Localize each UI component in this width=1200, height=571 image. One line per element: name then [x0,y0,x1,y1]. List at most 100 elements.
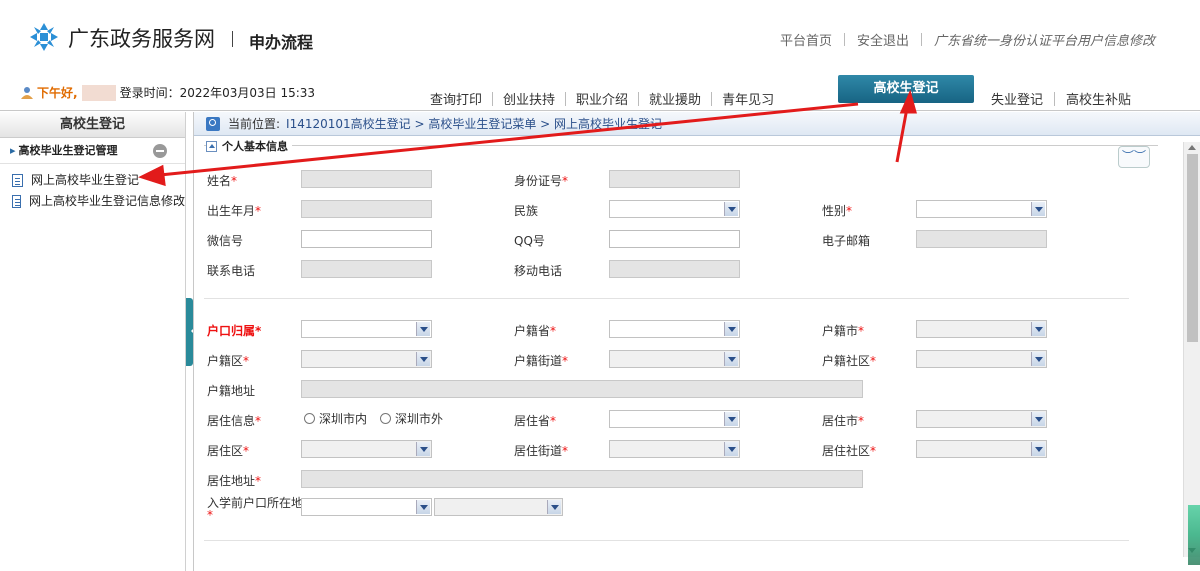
phone-field[interactable] [301,260,432,278]
field-label: 入学前户口所在地 [207,496,304,510]
gender-select[interactable] [916,200,1047,218]
greeting-text: 下午好, [37,86,78,100]
field-label: 联系电话 [207,264,256,278]
user-greeting: 下午好, 登录时间：2022年03月03日 15:33 [20,84,315,101]
chevron-down-icon[interactable] [724,442,738,456]
pre-school-hukou-select-2[interactable] [434,498,563,516]
residence-city-select[interactable] [916,410,1047,428]
home-link[interactable]: 平台首页 [780,30,832,49]
hukou-select[interactable] [301,320,432,338]
vertical-scrollbar[interactable] [1183,142,1200,557]
login-time: 登录时间：2022年03月03日 15:33 [119,86,316,100]
document-icon [12,195,21,208]
breadcrumb-label: 当前位置: [228,116,281,131]
logout-link[interactable]: 安全退出 [857,30,909,49]
side-widget [1188,505,1200,565]
email-field[interactable] [916,230,1047,248]
mobile-field[interactable] [609,260,740,278]
hukou-province-select[interactable] [609,320,740,338]
field-label: 户籍区* [207,354,250,368]
hukou-address-field[interactable] [301,380,863,398]
nav-left-items: 查询打印 创业扶持 职业介绍 就业援助 青年见习 [420,89,784,108]
nav-right-items: 失业登记 高校生补贴 [980,89,1142,108]
hukou-district-select[interactable] [301,350,432,368]
radio-shenzhen-in[interactable]: 深圳市内 [304,410,367,427]
nav-item-unemployment-registration[interactable]: 失业登记 [980,89,1054,108]
breadcrumb-path: I14120101高校生登记 > 高校毕业生登记菜单 > 网上高校毕业生登记 [286,116,663,131]
chevron-down-icon[interactable] [1031,352,1045,366]
nav-item-graduate-subsidy[interactable]: 高校生补贴 [1055,89,1142,108]
chevron-down-icon[interactable] [1031,442,1045,456]
redacted-username [81,84,116,101]
chevron-down-icon[interactable] [1031,202,1045,216]
profile-edit-link[interactable]: 广东省统一身份认证平台用户信息修改 [934,30,1155,49]
chevron-down-icon[interactable] [1031,322,1045,336]
hukou-street-select[interactable] [609,350,740,368]
field-label: 出生年月* [207,204,262,218]
field-label: 户口归属* [207,324,262,338]
sidebar-collapse-handle[interactable] [186,298,195,366]
breadcrumb: 当前位置: I14120101高校生登记 > 高校毕业生登记菜单 > 网上高校毕… [194,112,1200,136]
divider [204,298,1129,299]
site-header: 广东政务服务网 申办流程 平台首页 安全退出 广东省统一身份认证平台用户信息修改 [0,0,1200,75]
birth-date-field[interactable] [301,200,432,218]
residence-address-field[interactable] [301,470,863,488]
field-label: 户籍社区* [822,354,877,368]
field-label: 性别* [822,204,853,218]
residence-street-select[interactable] [609,440,740,458]
nav-item-job-intro[interactable]: 职业介绍 [566,89,638,108]
radio-icon[interactable] [380,413,391,424]
residence-province-select[interactable] [609,410,740,428]
sidebar-group[interactable]: ▸ 高校毕业生登记管理 [0,138,185,164]
qq-field[interactable] [609,230,740,248]
app-window: 广东政务服务网 申办流程 平台首页 安全退出 广东省统一身份认证平台用户信息修改… [0,0,1200,571]
section-header[interactable]: 个人基本信息 [206,138,292,154]
search-icon [206,116,220,131]
chevron-down-icon[interactable] [724,412,738,426]
sidebar-item-registration-edit[interactable]: 网上高校毕业生登记信息修改 [0,191,185,212]
chevron-down-icon[interactable] [547,500,561,514]
nav-item-youth-trainee[interactable]: 青年见习 [712,89,784,108]
field-label: 身份证号* [514,174,569,188]
personal-info-form: 姓名* 身份证号* 出生年月* 民族 性别* 微信号 QQ号 电子邮箱 联系电话… [194,156,1159,571]
nav-item-graduate-registration[interactable]: 高校生登记 [838,75,974,103]
main-content: 当前位置: I14120101高校生登记 > 高校毕业生登记菜单 > 网上高校毕… [193,112,1200,571]
sidebar: 高校生登记 ▸ 高校毕业生登记管理 网上高校毕业生登记 网上高校毕业生登记信息修改 [0,112,186,571]
id-number-field[interactable] [609,170,740,188]
name-field[interactable] [301,170,432,188]
hukou-city-select[interactable] [916,320,1047,338]
sidebar-item-label: 网上高校毕业生登记 [31,173,140,187]
wechat-field[interactable] [301,230,432,248]
chevron-down-icon[interactable] [724,322,738,336]
chevron-down-icon[interactable] [416,442,430,456]
ethnicity-select[interactable] [609,200,740,218]
chevron-down-icon[interactable] [416,352,430,366]
hukou-community-select[interactable] [916,350,1047,368]
field-label: QQ号 [514,234,545,248]
sidebar-item-graduate-registration[interactable]: 网上高校毕业生登记 [0,170,185,191]
field-label: 居住社区* [822,444,877,458]
chevron-down-icon[interactable] [1031,412,1045,426]
bullet-icon: ▸ [10,144,16,157]
nav-item-startup-support[interactable]: 创业扶持 [493,89,565,108]
nav-item-query-print[interactable]: 查询打印 [420,89,492,108]
scroll-up-icon[interactable] [1188,145,1196,150]
radio-icon[interactable] [304,413,315,424]
collapse-icon[interactable] [153,144,167,158]
residence-district-select[interactable] [301,440,432,458]
scrollbar-thumb[interactable] [1187,154,1198,342]
pre-school-hukou-select-1[interactable] [301,498,432,516]
chevron-down-icon[interactable] [416,322,430,336]
collapse-toggle-icon[interactable] [206,140,217,152]
chevron-down-icon[interactable] [416,500,430,514]
site-name[interactable]: 广东政务服务网 [68,23,215,53]
residence-community-select[interactable] [916,440,1047,458]
radio-shenzhen-out[interactable]: 深圳市外 [380,410,443,427]
chevron-down-icon[interactable] [724,202,738,216]
field-label: 民族 [514,204,539,218]
divider [204,540,1129,541]
field-label: 户籍省* [514,324,557,338]
field-label: 户籍市* [822,324,865,338]
chevron-down-icon[interactable] [724,352,738,366]
nav-item-employment-aid[interactable]: 就业援助 [639,89,711,108]
